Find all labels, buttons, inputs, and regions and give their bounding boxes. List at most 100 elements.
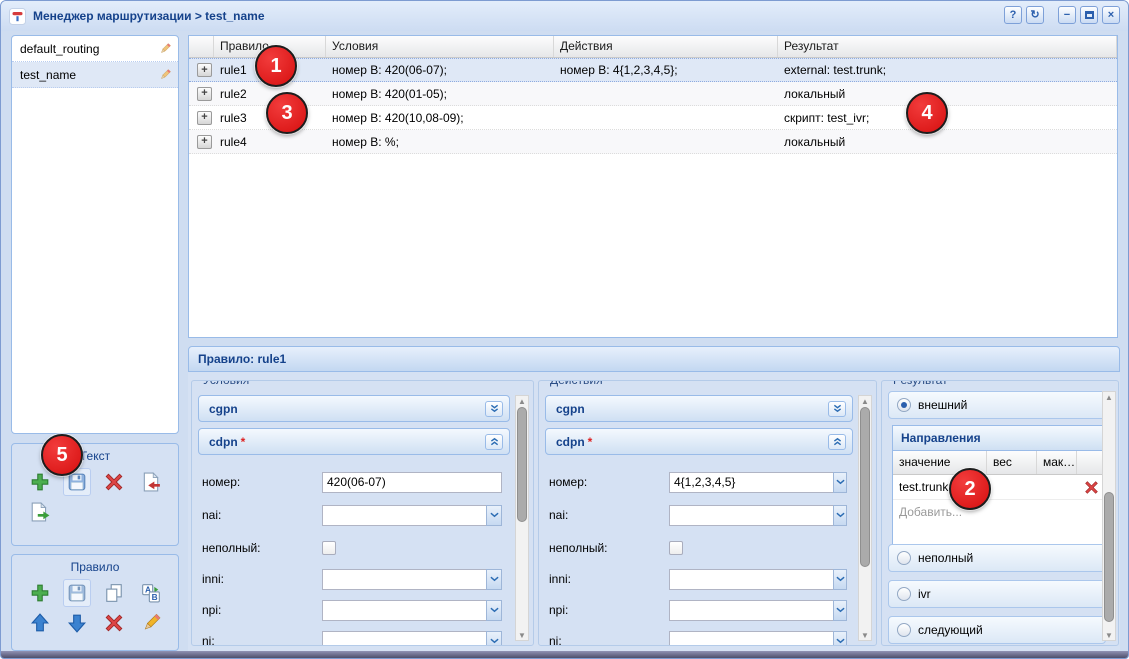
scroll-up-icon[interactable]: ▲ xyxy=(859,396,871,406)
help-icon: ? xyxy=(1010,10,1017,21)
text-import-button[interactable] xyxy=(137,468,165,496)
cdpn-label: cdpn xyxy=(556,435,585,449)
actions-nai-combo[interactable] xyxy=(669,505,847,526)
direction-row-test-trunk[interactable]: test.trunk xyxy=(893,475,1104,500)
rule-move-down-button[interactable] xyxy=(63,609,91,637)
expand-row-button[interactable]: + xyxy=(197,111,212,125)
grid-row-rule2[interactable]: + rule2 номер B: 420(01-05); локальный xyxy=(189,82,1117,106)
window-controls: ? ↻ − × xyxy=(1004,6,1120,24)
grid-row-rule4[interactable]: + rule4 номер B: %; локальный xyxy=(189,130,1117,154)
combo-input[interactable] xyxy=(669,505,833,526)
actions-incomplete-checkbox[interactable] xyxy=(669,541,683,555)
actions-npi-combo[interactable] xyxy=(669,600,847,621)
collapse-section-button[interactable] xyxy=(828,434,846,450)
column-header-conditions[interactable]: Условия xyxy=(326,36,554,57)
chevron-down-icon[interactable] xyxy=(833,472,847,493)
rule-delete-button[interactable] xyxy=(100,609,128,637)
conditions-scrollbar[interactable]: ▲ ▼ xyxy=(515,395,529,641)
actions-number-combo[interactable] xyxy=(669,472,847,493)
scroll-down-icon[interactable]: ▼ xyxy=(516,630,528,640)
scroll-down-icon[interactable]: ▼ xyxy=(1103,630,1115,640)
scroll-down-icon[interactable]: ▼ xyxy=(859,630,871,640)
rule-save-button[interactable] xyxy=(63,579,91,607)
expand-row-button[interactable]: + xyxy=(197,87,212,101)
actions-ni-combo[interactable] xyxy=(669,631,847,647)
scrollbar-thumb[interactable] xyxy=(1104,492,1114,622)
text-delete-button[interactable] xyxy=(100,468,128,496)
conditions-npi-combo[interactable] xyxy=(322,600,502,621)
combo-input[interactable] xyxy=(669,472,833,493)
result-option-next[interactable]: следующий xyxy=(888,616,1106,644)
chevron-down-icon[interactable] xyxy=(833,505,847,526)
radio-icon[interactable] xyxy=(897,623,911,637)
actions-inni-combo[interactable] xyxy=(669,569,847,590)
result-scrollbar[interactable]: ▲ ▼ xyxy=(1102,391,1116,641)
rule-add-button[interactable] xyxy=(26,579,54,607)
delete-direction-icon[interactable] xyxy=(1084,480,1099,495)
result-option-incomplete[interactable]: неполный xyxy=(888,544,1106,572)
text-export-button[interactable] xyxy=(26,498,54,526)
result-option-ivr[interactable]: ivr xyxy=(888,580,1106,608)
actions-cgpn-bar[interactable]: cgpn xyxy=(545,395,853,422)
column-header-actions[interactable]: Действия xyxy=(554,36,778,57)
grid-row-rule3[interactable]: + rule3 номер B: 420(10,08-09); скрипт: … xyxy=(189,106,1117,130)
minimize-button[interactable]: − xyxy=(1058,6,1076,24)
chevron-down-icon[interactable] xyxy=(833,631,847,647)
direction-add-row[interactable]: Добавить... xyxy=(893,500,1104,524)
radio-icon[interactable] xyxy=(897,551,911,565)
chevron-down-icon[interactable] xyxy=(486,600,502,621)
radio-selected-icon[interactable] xyxy=(897,398,911,412)
expand-section-button[interactable] xyxy=(828,401,846,417)
maximize-button[interactable] xyxy=(1080,6,1098,24)
expand-row-button[interactable]: + xyxy=(197,63,212,77)
combo-input[interactable] xyxy=(322,600,486,621)
chevron-down-icon[interactable] xyxy=(833,569,847,590)
chevron-down-icon[interactable] xyxy=(486,505,502,526)
edit-pencil-icon[interactable] xyxy=(158,68,172,82)
grid-row-rule1[interactable]: + rule1 номер B: 420(06-07); номер B: 4{… xyxy=(189,58,1117,82)
conditions-inni-combo[interactable] xyxy=(322,569,502,590)
directions-col-max[interactable]: мак… xyxy=(1037,451,1077,474)
combo-input[interactable] xyxy=(322,569,486,590)
actions-scrollbar[interactable]: ▲ ▼ xyxy=(858,395,872,641)
conditions-cgpn-bar[interactable]: cgpn xyxy=(198,395,510,422)
chevron-down-icon[interactable] xyxy=(833,600,847,621)
rule-rename-button[interactable]: A B xyxy=(137,579,165,607)
chevron-down-icon[interactable] xyxy=(486,569,502,590)
conditions-incomplete-checkbox[interactable] xyxy=(322,541,336,555)
combo-input[interactable] xyxy=(669,631,833,647)
close-button[interactable]: × xyxy=(1102,6,1120,24)
route-item-test-name[interactable]: test_name xyxy=(12,62,178,88)
combo-input[interactable] xyxy=(669,569,833,590)
conditions-nai-combo[interactable] xyxy=(322,505,502,526)
combo-input[interactable] xyxy=(669,600,833,621)
actions-cdpn-bar[interactable]: cdpn * xyxy=(545,428,853,455)
conditions-number-input[interactable] xyxy=(322,472,502,493)
scrollbar-thumb[interactable] xyxy=(860,407,870,567)
combo-input[interactable] xyxy=(322,631,486,647)
scroll-up-icon[interactable]: ▲ xyxy=(516,396,528,406)
result-option-external[interactable]: внешний xyxy=(888,391,1106,419)
text-toolbar-row2 xyxy=(12,496,178,526)
directions-col-weight[interactable]: вес xyxy=(987,451,1037,474)
column-header-result[interactable]: Результат xyxy=(778,36,1117,57)
expand-section-button[interactable] xyxy=(485,401,503,417)
chevron-down-icon[interactable] xyxy=(486,631,502,647)
rule-move-up-button[interactable] xyxy=(26,609,54,637)
rule-edit-button[interactable] xyxy=(137,609,165,637)
combo-input[interactable] xyxy=(322,505,486,526)
rule-copy-button[interactable] xyxy=(100,579,128,607)
conditions-ni-combo[interactable] xyxy=(322,631,502,647)
scrollbar-thumb[interactable] xyxy=(517,407,527,522)
actions-ni-row: ni: xyxy=(539,630,865,646)
edit-pencil-icon[interactable] xyxy=(158,42,172,56)
collapse-section-button[interactable] xyxy=(485,434,503,450)
expand-row-button[interactable]: + xyxy=(197,135,212,149)
refresh-button[interactable]: ↻ xyxy=(1026,6,1044,24)
route-item-default-routing[interactable]: default_routing xyxy=(12,36,178,62)
help-button[interactable]: ? xyxy=(1004,6,1022,24)
result-fieldset: Результат внешний Направления значение в… xyxy=(881,380,1119,646)
conditions-cdpn-bar[interactable]: cdpn * xyxy=(198,428,510,455)
scroll-up-icon[interactable]: ▲ xyxy=(1103,392,1115,402)
radio-icon[interactable] xyxy=(897,587,911,601)
